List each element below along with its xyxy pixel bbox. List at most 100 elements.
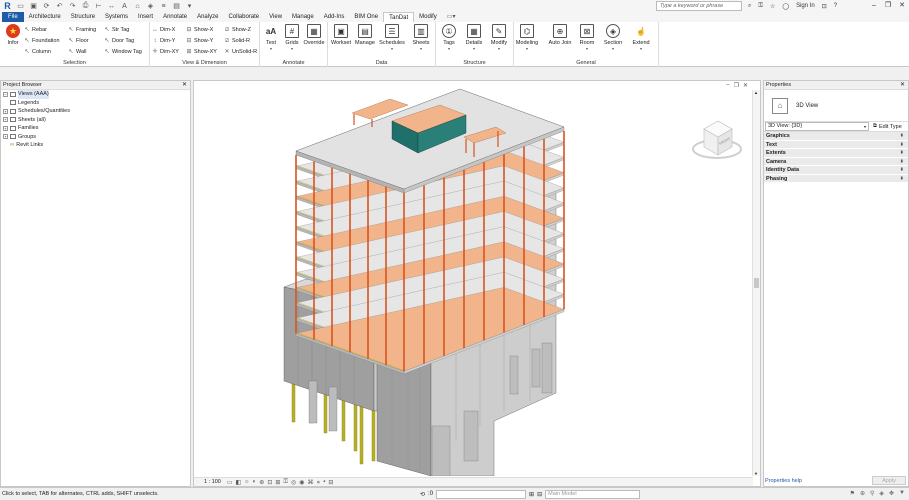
reveal-hidden-icon[interactable]: ◉ bbox=[299, 479, 304, 486]
manage-button[interactable]: ▤ Manage bbox=[352, 24, 378, 46]
3d-view-icon[interactable]: ⌂ bbox=[133, 2, 142, 11]
sun-path-icon[interactable]: ☼ bbox=[244, 479, 250, 486]
thin-lines-icon[interactable]: ≡ bbox=[159, 2, 168, 11]
tree-item-schedules[interactable]: + Schedules/Quantities bbox=[1, 107, 190, 116]
constraints-icon[interactable]: ⊟ bbox=[328, 479, 333, 486]
unsolid-r-button[interactable]: ✕ UnSolid-R bbox=[224, 47, 257, 56]
close-icon[interactable]: ✕ bbox=[182, 81, 187, 90]
user-icon[interactable]: ◯ bbox=[782, 3, 789, 10]
show-z-button[interactable]: ⧄ Show-Z bbox=[224, 25, 251, 34]
select-links-icon[interactable]: ⚑ bbox=[850, 490, 855, 497]
crop-icon[interactable]: ⊡ bbox=[267, 479, 272, 486]
extend-button[interactable]: ☝ Extend ▾ bbox=[628, 24, 654, 52]
revit-logo-icon[interactable]: R bbox=[3, 1, 12, 11]
open-icon[interactable]: ▭ bbox=[16, 2, 25, 11]
section-button[interactable]: ◈ Section ▾ bbox=[600, 24, 626, 51]
tree-item-revit-links[interactable]: ∞ Revit Links bbox=[1, 141, 190, 150]
editable-only-icon[interactable]: ⊟ bbox=[537, 491, 542, 498]
workset-field[interactable] bbox=[436, 489, 527, 499]
rebar-button[interactable]: ↖ Rebar bbox=[24, 25, 47, 34]
redo-icon[interactable]: ↷ bbox=[68, 2, 77, 11]
tree-item-groups[interactable]: + Groups bbox=[1, 133, 190, 142]
3d-viewport[interactable]: – ❐ ✕ FRONT ▲ ▼ 1: 100 ▭ ◧ ☼ ◐ ⊛ ⊡ ⊞ ⚿ … bbox=[193, 80, 761, 487]
cart-icon[interactable]: ⊡ bbox=[822, 3, 827, 10]
detail-level-icon[interactable]: ▭ bbox=[227, 479, 233, 486]
details-button[interactable]: ▦ Details ▾ bbox=[461, 24, 487, 51]
render-icon[interactable]: ⊛ bbox=[259, 479, 264, 486]
select-by-face-icon[interactable]: ◈ bbox=[879, 490, 884, 497]
tab-analyze[interactable]: Analyze bbox=[192, 12, 223, 22]
category-extents[interactable]: Extents ⇞ bbox=[764, 149, 908, 158]
tab-modify[interactable]: Modify bbox=[414, 12, 442, 22]
tab-architecture[interactable]: Architecture bbox=[24, 12, 66, 22]
tab-systems[interactable]: Systems bbox=[100, 12, 133, 22]
view-scale[interactable]: 1 : 100 bbox=[194, 479, 227, 485]
analytical-model-icon[interactable]: ⋄ bbox=[316, 479, 320, 486]
category-identity-data[interactable]: Identity Data ⇞ bbox=[764, 166, 908, 175]
override-button[interactable]: ▦ Override bbox=[301, 24, 327, 46]
tab-insert[interactable]: Insert bbox=[133, 12, 158, 22]
auto-join-button[interactable]: ⊕ Auto Join bbox=[547, 24, 573, 46]
save-icon[interactable]: ▣ bbox=[29, 2, 38, 11]
window-tag-button[interactable]: ↖ Window Tag bbox=[104, 47, 141, 56]
expand-icon[interactable]: + bbox=[3, 134, 8, 140]
visual-style-icon[interactable]: ◧ bbox=[236, 479, 242, 486]
infor-button[interactable]: ★ Infor … bbox=[0, 24, 26, 51]
tab-manage[interactable]: Manage bbox=[287, 12, 319, 22]
dim-xy-button[interactable]: ✛ Dim-XY bbox=[152, 47, 178, 56]
customize-qat-icon[interactable]: ▾ bbox=[185, 2, 194, 11]
tab-annotate[interactable]: Annotate bbox=[158, 12, 192, 22]
expand-icon[interactable]: + bbox=[3, 108, 8, 114]
tree-item-sheets[interactable]: + Sheets (all) bbox=[1, 116, 190, 125]
scroll-up-icon[interactable]: ▲ bbox=[754, 90, 758, 95]
framing-button[interactable]: ↖ Framing bbox=[68, 25, 96, 34]
tab-file[interactable]: File bbox=[2, 12, 24, 22]
search-input[interactable]: Type a keyword or phrase bbox=[656, 1, 742, 11]
apply-button[interactable]: Apply bbox=[872, 476, 906, 485]
close-icon[interactable]: ✕ bbox=[900, 81, 905, 90]
solid-r-button[interactable]: ⧄ Solid-R bbox=[224, 36, 250, 45]
show-x-button[interactable]: ⊟ Show-X bbox=[186, 25, 213, 34]
tab-bim-one[interactable]: BIM One bbox=[349, 12, 383, 22]
text-icon[interactable]: A bbox=[120, 2, 129, 11]
tab-view[interactable]: View bbox=[264, 12, 287, 22]
dim-y-button[interactable]: ↕ Dim-Y bbox=[152, 36, 176, 45]
design-option-field[interactable]: Main Model bbox=[545, 489, 641, 499]
foundation-button[interactable]: ↖ Foundation bbox=[24, 36, 59, 45]
scroll-down-icon[interactable]: ▼ bbox=[754, 471, 758, 476]
sheets-button[interactable]: ▥ Sheets ▾ bbox=[408, 24, 434, 51]
drag-elements-icon[interactable]: ✥ bbox=[889, 490, 894, 497]
lock-icon[interactable]: ⚿ bbox=[283, 479, 288, 486]
wall-button[interactable]: ↖ Wall bbox=[68, 47, 86, 56]
tree-item-families[interactable]: + Families bbox=[1, 124, 190, 133]
section-icon[interactable]: ◈ bbox=[146, 2, 155, 11]
viewcube[interactable]: FRONT bbox=[692, 120, 742, 159]
select-underlay-icon[interactable]: ⊕ bbox=[860, 490, 865, 497]
minimize-icon[interactable]: – bbox=[867, 0, 881, 12]
door-tag-button[interactable]: ↖ Door Tag bbox=[104, 36, 134, 45]
select-pinned-icon[interactable]: ⚲ bbox=[870, 490, 874, 497]
expand-icon[interactable]: + bbox=[3, 117, 8, 123]
type-selector[interactable]: ⌂ 3D View bbox=[764, 90, 908, 122]
str-tag-button[interactable]: ↖ Str Tag bbox=[104, 25, 129, 34]
expand-icon[interactable]: + bbox=[3, 125, 8, 131]
tree-item-views[interactable]: − Views (AAA) bbox=[1, 90, 190, 99]
shadows-icon[interactable]: ◐ bbox=[253, 479, 257, 486]
worksets-icon[interactable]: ⟲ bbox=[420, 491, 425, 498]
properties-help-link[interactable]: Properties help bbox=[765, 478, 802, 484]
sync-icon[interactable]: ⟳ bbox=[42, 2, 51, 11]
show-y-button[interactable]: ⊟ Show-Y bbox=[186, 36, 213, 45]
scrollbar-thumb[interactable] bbox=[754, 278, 759, 288]
tab-collaborate[interactable]: Collaborate bbox=[223, 12, 264, 22]
design-options-icon[interactable]: ⊞ bbox=[529, 491, 534, 498]
category-phasing[interactable]: Phasing ⇞ bbox=[764, 174, 908, 183]
switch-windows-icon[interactable]: ▤ bbox=[172, 2, 181, 11]
dimension-icon[interactable]: ↔ bbox=[107, 2, 116, 11]
measure-icon[interactable]: ⊢ bbox=[94, 2, 103, 11]
workset-button[interactable]: ▣ Workset bbox=[328, 24, 354, 46]
modify-button[interactable]: ✎ Modify ▾ bbox=[486, 24, 512, 51]
subscription-icon[interactable]: ⚿ bbox=[758, 3, 763, 10]
filter-icon[interactable]: ▼ bbox=[899, 490, 905, 497]
instance-filter[interactable]: 3D View: {3D} ▾ bbox=[765, 122, 869, 131]
temp-hide-icon[interactable]: ◎ bbox=[291, 479, 296, 486]
